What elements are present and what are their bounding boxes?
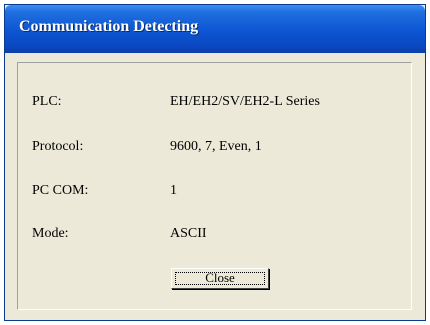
pc-com-label: PC COM: [32,183,89,198]
title-bar[interactable]: Communication Detecting [5,5,425,53]
mode-label: Mode: [32,226,69,241]
close-button[interactable]: Close [171,268,269,289]
close-button-label: Close [205,270,235,285]
info-panel: PLC: EH/EH2/SV/EH2-L Series Protocol: 96… [17,62,412,310]
dialog-body: PLC: EH/EH2/SV/EH2-L Series Protocol: 96… [11,53,417,315]
protocol-label: Protocol: [32,139,84,154]
pc-com-value: 1 [170,183,177,198]
window-title: Communication Detecting [19,18,199,35]
protocol-value: 9600, 7, Even, 1 [170,139,262,154]
mode-value: ASCII [170,226,207,241]
plc-label: PLC: [32,94,62,109]
communication-detecting-dialog: Communication Detecting PLC: EH/EH2/SV/E… [4,4,426,321]
plc-value: EH/EH2/SV/EH2-L Series [170,94,320,109]
